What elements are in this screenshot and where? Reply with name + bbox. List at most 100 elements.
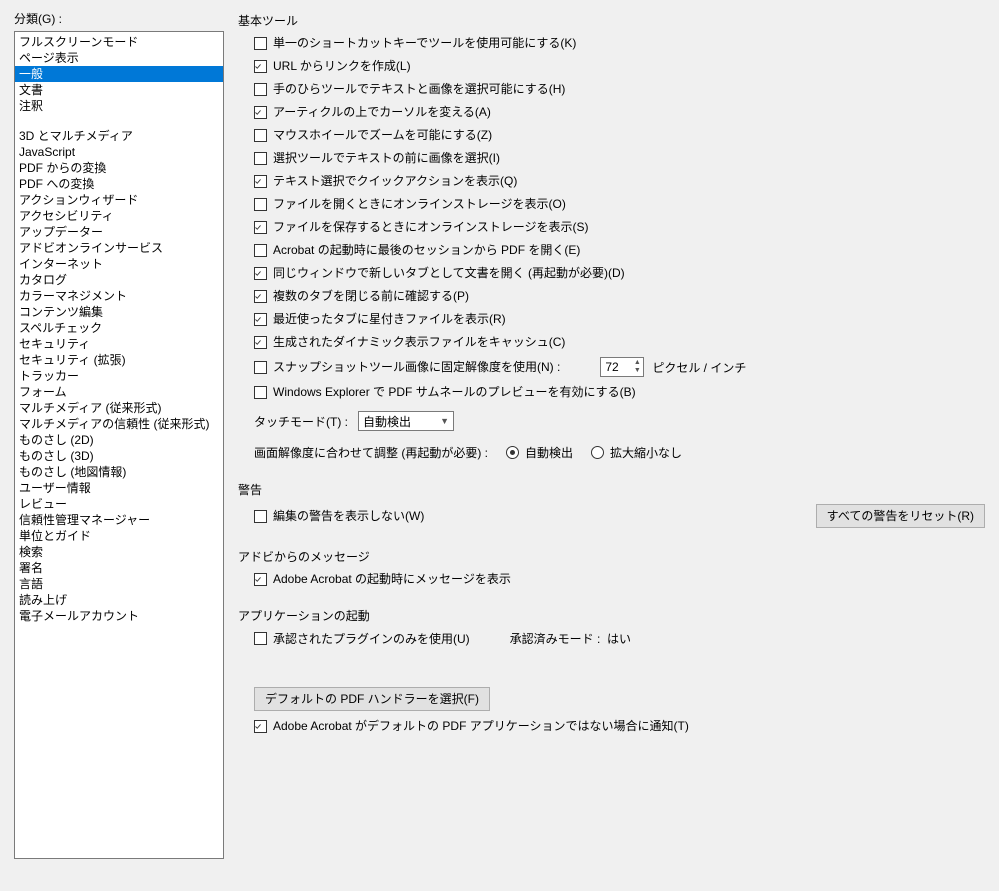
basic-checkbox[interactable]: 手のひらツールでテキストと画像を選択可能にする(H): [254, 81, 985, 97]
touch-mode-label: タッチモード(T) :: [254, 413, 348, 430]
group-warnings: 警告 編集の警告を表示しない(W) すべての警告をリセット(R): [238, 481, 985, 528]
category-item[interactable]: セキュリティ (拡張): [15, 352, 223, 368]
category-item[interactable]: 単位とガイド: [15, 528, 223, 544]
group-basic-tools: 基本ツール 単一のショートカットキーでツールを使用可能にする(K) URL からリ…: [238, 12, 985, 461]
category-item[interactable]: コンテンツ編集: [15, 304, 223, 320]
category-item[interactable]: フルスクリーンモード: [15, 34, 223, 50]
checkbox-label: 生成されたダイナミック表示ファイルをキャッシュ(C): [273, 334, 565, 350]
checkbox-label: 選択ツールでテキストの前に画像を選択(I): [273, 150, 500, 166]
category-item[interactable]: ページ表示: [15, 50, 223, 66]
default-pdf-handler-button[interactable]: デフォルトの PDF ハンドラーを選択(F): [254, 687, 490, 711]
category-item[interactable]: スペルチェック: [15, 320, 223, 336]
category-item[interactable]: ユーザー情報: [15, 480, 223, 496]
category-item[interactable]: ものさし (地図情報): [15, 464, 223, 480]
basic-checkbox[interactable]: 選択ツールでテキストの前に画像を選択(I): [254, 150, 985, 166]
approved-plugins-checkbox[interactable]: 承認されたプラグインのみを使用(U): [254, 631, 470, 647]
category-item[interactable]: カタログ: [15, 272, 223, 288]
category-item[interactable]: 言語: [15, 576, 223, 592]
group-title-basic: 基本ツール: [238, 12, 985, 29]
category-item[interactable]: 読み上げ: [15, 592, 223, 608]
checkbox-label: Windows Explorer で PDF サムネールのプレビューを有効にする…: [273, 384, 636, 400]
unit-label: ピクセル / インチ: [652, 359, 746, 376]
category-item[interactable]: アップデーター: [15, 224, 223, 240]
basic-checkbox[interactable]: URL からリンクを作成(L): [254, 58, 985, 74]
category-item[interactable]: 信頼性管理マネージャー: [15, 512, 223, 528]
category-item[interactable]: 一般: [15, 66, 223, 82]
basic-checkbox[interactable]: 複数のタブを閉じる前に確認する(P): [254, 288, 985, 304]
checkbox-label: Adobe Acrobat の起動時にメッセージを表示: [273, 571, 511, 587]
category-item[interactable]: インターネット: [15, 256, 223, 272]
group-title-adobe-msg: アドビからのメッセージ: [238, 548, 985, 565]
category-item[interactable]: 3D とマルチメディア: [15, 128, 223, 144]
reset-warnings-button[interactable]: すべての警告をリセット(R): [816, 504, 985, 528]
checkbox-label: 単一のショートカットキーでツールを使用可能にする(K): [273, 35, 576, 51]
basic-checkbox[interactable]: ファイルを保存するときにオンラインストレージを表示(S): [254, 219, 985, 235]
spin-down-icon[interactable]: ▼: [632, 367, 642, 375]
checkbox-label: マウスホイールでズームを可能にする(Z): [273, 127, 492, 143]
explorer-thumbnail-checkbox[interactable]: Windows Explorer で PDF サムネールのプレビューを有効にする…: [254, 384, 985, 400]
category-item[interactable]: 検索: [15, 544, 223, 560]
category-listbox[interactable]: フルスクリーンモードページ表示一般文書注釈 3D とマルチメディアJavaScri…: [14, 31, 224, 859]
checkbox-label: 最近使ったタブに星付きファイルを表示(R): [273, 311, 506, 327]
basic-checkbox[interactable]: 単一のショートカットキーでツールを使用可能にする(K): [254, 35, 985, 51]
category-item[interactable]: 電子メールアカウント: [15, 608, 223, 624]
touch-mode-select[interactable]: 自動検出▼: [358, 411, 454, 431]
category-item[interactable]: アクセシビリティ: [15, 208, 223, 224]
basic-checkbox[interactable]: マウスホイールでズームを可能にする(Z): [254, 127, 985, 143]
category-item[interactable]: マルチメディアの信頼性 (従来形式): [15, 416, 223, 432]
checkbox-label: ファイルを開くときにオンラインストレージを表示(O): [273, 196, 566, 212]
category-item[interactable]: PDF からの変換: [15, 160, 223, 176]
checkbox-label: 編集の警告を表示しない(W): [273, 508, 424, 524]
category-item[interactable]: 文書: [15, 82, 223, 98]
basic-checkbox[interactable]: ファイルを開くときにオンラインストレージを表示(O): [254, 196, 985, 212]
basic-checkbox[interactable]: 同じウィンドウで新しいタブとして文書を開く (再起動が必要)(D): [254, 265, 985, 281]
basic-checkbox[interactable]: テキスト選択でクイックアクションを表示(Q): [254, 173, 985, 189]
show-startup-message-checkbox[interactable]: Adobe Acrobat の起動時にメッセージを表示: [254, 571, 985, 587]
checkbox-label: テキスト選択でクイックアクションを表示(Q): [273, 173, 517, 189]
radio-label: 自動検出: [525, 444, 573, 461]
checkbox-label: Adobe Acrobat がデフォルトの PDF アプリケーションではない場合…: [273, 718, 689, 734]
category-label: 分類(G) :: [14, 10, 224, 27]
checkbox-label: 承認されたプラグインのみを使用(U): [273, 631, 470, 647]
category-item[interactable]: フォーム: [15, 384, 223, 400]
category-item[interactable]: ものさし (3D): [15, 448, 223, 464]
snapshot-resolution-input[interactable]: 72▲▼: [600, 357, 644, 377]
category-item[interactable]: PDF への変換: [15, 176, 223, 192]
category-item[interactable]: 署名: [15, 560, 223, 576]
group-adobe-messages: アドビからのメッセージ Adobe Acrobat の起動時にメッセージを表示: [238, 548, 985, 587]
checkbox-label: 同じウィンドウで新しいタブとして文書を開く (再起動が必要)(D): [273, 265, 625, 281]
category-item[interactable]: アドビオンラインサービス: [15, 240, 223, 256]
category-item[interactable]: カラーマネジメント: [15, 288, 223, 304]
basic-checkbox[interactable]: 最近使ったタブに星付きファイルを表示(R): [254, 311, 985, 327]
notify-default-pdf-checkbox[interactable]: Adobe Acrobat がデフォルトの PDF アプリケーションではない場合…: [254, 718, 985, 734]
category-item[interactable]: アクションウィザード: [15, 192, 223, 208]
chevron-down-icon: ▼: [440, 416, 449, 426]
category-item[interactable]: セキュリティ: [15, 336, 223, 352]
checkbox-label: スナップショットツール画像に固定解像度を使用(N) :: [273, 359, 560, 375]
checkbox-label: 手のひらツールでテキストと画像を選択可能にする(H): [273, 81, 565, 97]
hide-edit-warning-checkbox[interactable]: 編集の警告を表示しない(W): [254, 508, 424, 524]
resolution-radio[interactable]: 自動検出: [506, 444, 573, 461]
checkbox-label: URL からリンクを作成(L): [273, 58, 411, 74]
basic-checkbox[interactable]: Acrobat の起動時に最後のセッションから PDF を開く(E): [254, 242, 985, 258]
group-title-startup: アプリケーションの起動: [238, 607, 985, 624]
group-title-warnings: 警告: [238, 481, 985, 498]
category-item[interactable]: JavaScript: [15, 144, 223, 160]
checkbox-label: 複数のタブを閉じる前に確認する(P): [273, 288, 469, 304]
checkbox-label: Acrobat の起動時に最後のセッションから PDF を開く(E): [273, 242, 580, 258]
resolution-adjust-label: 画面解像度に合わせて調整 (再起動が必要) :: [254, 444, 488, 461]
checkbox-label: アーティクルの上でカーソルを変える(A): [273, 104, 491, 120]
group-app-startup: アプリケーションの起動 承認されたプラグインのみを使用(U) 承認済みモード :…: [238, 607, 985, 734]
spin-up-icon[interactable]: ▲: [632, 359, 642, 367]
resolution-radio[interactable]: 拡大縮小なし: [591, 444, 682, 461]
category-item[interactable]: レビュー: [15, 496, 223, 512]
category-item[interactable]: ものさし (2D): [15, 432, 223, 448]
snapshot-resolution-checkbox[interactable]: スナップショットツール画像に固定解像度を使用(N) :: [254, 359, 560, 375]
category-item[interactable]: マルチメディア (従来形式): [15, 400, 223, 416]
basic-checkbox[interactable]: 生成されたダイナミック表示ファイルをキャッシュ(C): [254, 334, 985, 350]
basic-checkbox[interactable]: アーティクルの上でカーソルを変える(A): [254, 104, 985, 120]
approved-mode-label: 承認済みモード : はい: [510, 630, 631, 647]
category-item[interactable]: トラッカー: [15, 368, 223, 384]
category-item[interactable]: 注釈: [15, 98, 223, 114]
checkbox-label: ファイルを保存するときにオンラインストレージを表示(S): [273, 219, 589, 235]
